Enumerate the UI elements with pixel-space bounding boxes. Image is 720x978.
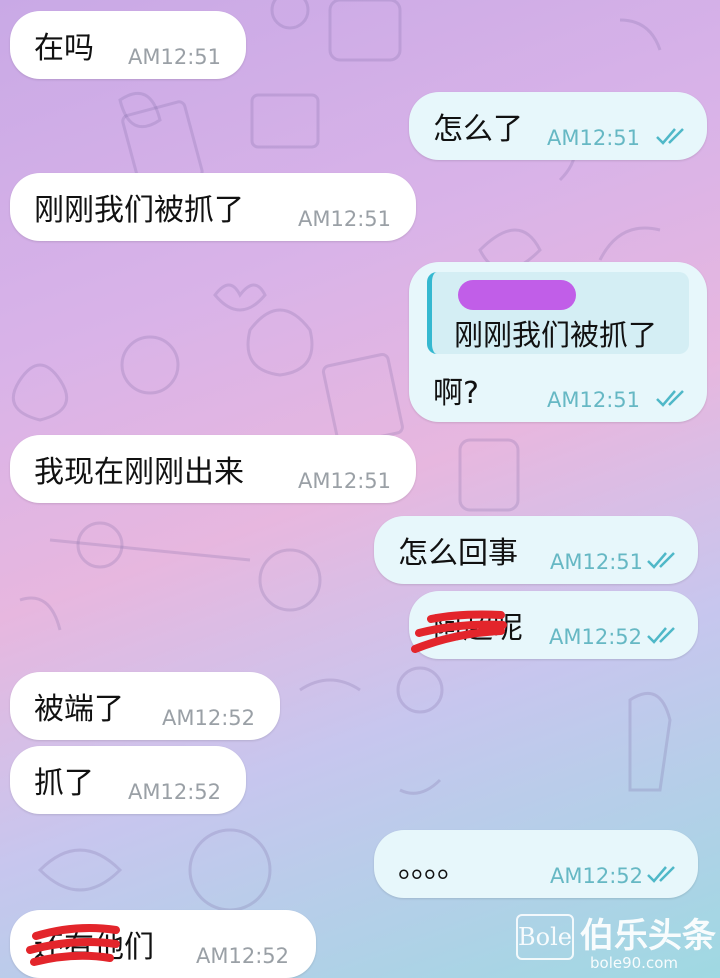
watermark-name: 伯乐头条 <box>580 916 716 956</box>
message-bubble-incoming[interactable]: 我现在刚刚出来 AM12:51 <box>10 435 416 503</box>
quoted-message-text: 刚刚我们被抓了 <box>454 318 658 352</box>
read-receipt-icon <box>656 128 684 145</box>
message-time: AM12:52 <box>128 780 222 804</box>
message-time: AM12:51 <box>550 550 644 574</box>
message-bubble-incoming[interactable]: 还有他们 AM12:52 <box>10 910 316 978</box>
reply-quote[interactable]: 刚刚我们被抓了 <box>427 272 689 354</box>
message-time: AM12:52 <box>196 944 290 968</box>
redacted-sender-name <box>458 280 576 310</box>
message-text: 怎么回事 <box>398 536 518 571</box>
message-bubble-outgoing-reply[interactable]: 刚刚我们被抓了 啊? AM12:51 <box>409 262 707 422</box>
message-time: AM12:51 <box>547 126 641 150</box>
read-receipt-icon <box>647 552 675 569</box>
message-bubble-outgoing[interactable]: 怎么回事 AM12:51 <box>374 516 698 584</box>
message-time: AM12:51 <box>128 45 222 69</box>
message-text: 刚刚我们被抓了 <box>34 193 244 228</box>
read-receipt-icon <box>647 627 675 644</box>
message-time: AM12:51 <box>298 207 392 231</box>
message-text: 啊? <box>433 376 479 411</box>
message-text: 怎么了 <box>433 112 523 147</box>
message-time: AM12:51 <box>298 469 392 493</box>
message-text: 。。。。 <box>398 850 467 885</box>
message-bubble-incoming[interactable]: 被端了 AM12:52 <box>10 672 280 740</box>
message-bubble-outgoing[interactable]: 。。。。 AM12:52 <box>374 830 698 898</box>
message-bubble-outgoing[interactable]: 阿超呢 AM12:52 <box>409 591 698 659</box>
message-bubble-incoming[interactable]: 抓了 AM12:52 <box>10 746 246 814</box>
read-receipt-icon <box>647 866 675 883</box>
message-time: AM12:51 <box>547 388 641 412</box>
message-text: 我现在刚刚出来 <box>34 455 244 490</box>
message-text: 被端了 <box>34 692 124 727</box>
message-bubble-outgoing[interactable]: 怎么了 AM12:51 <box>409 92 707 160</box>
message-text: 在吗 <box>34 31 94 66</box>
read-receipt-icon <box>656 390 684 407</box>
message-time: AM12:52 <box>549 625 643 649</box>
message-text: 抓了 <box>34 766 94 801</box>
message-time: AM12:52 <box>550 864 644 888</box>
red-redaction-scribble <box>26 924 120 966</box>
message-time: AM12:52 <box>162 706 256 730</box>
watermark-logo-box: Bole <box>516 914 574 960</box>
site-watermark: Bole 伯乐头条 bole90.com <box>500 904 720 978</box>
red-redaction-scribble <box>411 610 507 653</box>
message-bubble-incoming[interactable]: 刚刚我们被抓了 AM12:51 <box>10 173 416 241</box>
watermark-url: bole90.com <box>590 954 678 972</box>
message-bubble-incoming[interactable]: 在吗 AM12:51 <box>10 11 246 79</box>
